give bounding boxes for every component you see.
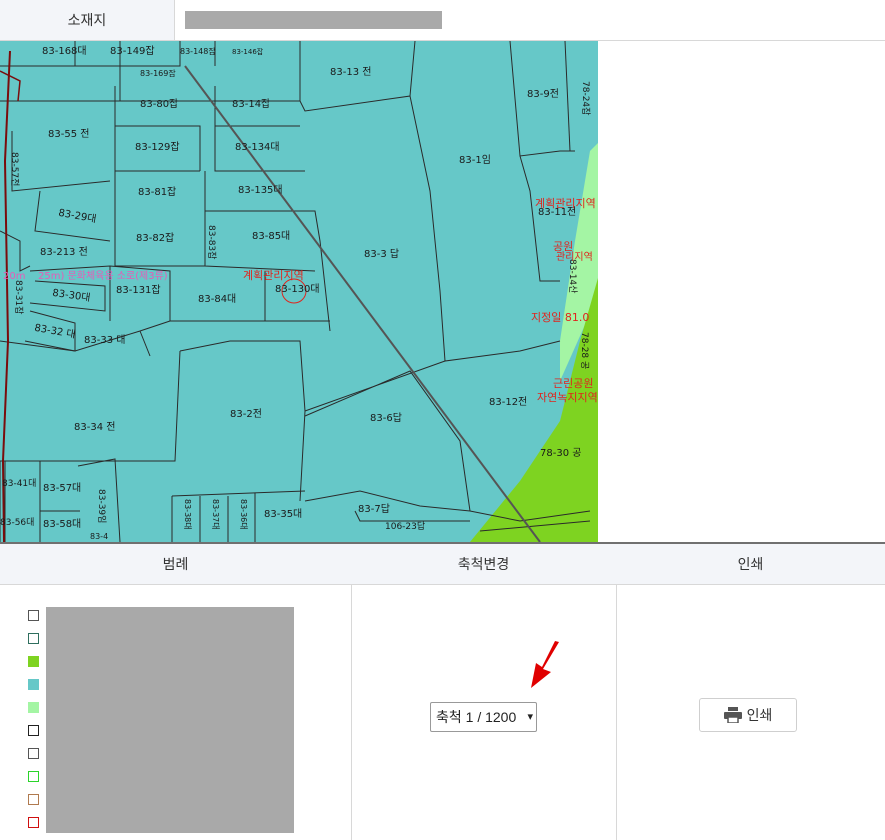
parcel-label: 83-13 전 (330, 66, 371, 78)
control-table: 범례 축척변경 인쇄 축척 1 / 1200 ▾ 인쇄 (0, 542, 885, 840)
location-label: 소재지 (0, 0, 175, 40)
legend-swatch-icon (28, 771, 39, 782)
legend-swatch-icon (28, 794, 39, 805)
zone-label: 지정일 81.0 (531, 310, 589, 324)
parcel-label: 83-168대 (42, 45, 87, 57)
parcel-label: 83-36대 (239, 499, 248, 530)
chevron-down-icon: ▾ (527, 711, 533, 723)
parcel-label: 83-14잡 (232, 98, 270, 110)
parcel-label: 78-30 공 (540, 447, 581, 459)
print-button-label: 인쇄 (746, 707, 773, 723)
parcel-label: 78-24잡 (580, 81, 592, 115)
parcel-label: 83-55 전 (48, 128, 89, 140)
print-header: 인쇄 (616, 544, 885, 585)
print-button[interactable]: 인쇄 (699, 698, 797, 732)
legend-column: 범례 (0, 544, 352, 840)
parcel-label: 83-7답 (358, 503, 390, 515)
parcel-label: 83-31잡 (13, 280, 25, 314)
parcel-label: 83-3 답 (364, 248, 399, 260)
zone-label: 25m) 문화체육용 소로(제3류) (38, 270, 168, 282)
parcel-label: 83-129잡 (135, 141, 180, 153)
legend-swatch-icon (28, 748, 39, 759)
cadastral-map[interactable]: 83-168대 83-149잡 83-148잡 83-146잡 83-13 전 … (0, 41, 598, 542)
parcel-label: 83-4 (90, 532, 108, 541)
parcel-label: 83-58대 (43, 518, 81, 530)
parcel-label: 83-148잡 (180, 46, 216, 56)
zone-label: 20m (3, 271, 25, 282)
parcel-label: 83-169잡 (140, 68, 176, 78)
legend-swatch-icon (28, 656, 39, 667)
print-column: 인쇄 (616, 544, 885, 840)
parcel-label: 83-149잡 (110, 45, 155, 57)
parcel-label: 83-213 전 (40, 246, 88, 258)
parcel-label: 83-35대 (264, 508, 302, 520)
parcel-label: 83-9전 (527, 88, 559, 100)
parcel-label: 83-57전 (9, 152, 20, 186)
parcel-label: 83-82잡 (136, 232, 174, 244)
parcel-label: 83-39임 (96, 489, 108, 523)
parcel-label: 83-146잡 (232, 47, 264, 56)
red-arrow-icon (531, 641, 559, 688)
parcel-label: 83-130대 (275, 283, 320, 295)
legend-swatch-icon (28, 702, 39, 713)
zone-label: 계획관리지역 (243, 269, 304, 282)
parcel-label: 83-6답 (370, 412, 402, 424)
parcel-label: 83-37대 (211, 499, 220, 530)
parcel-label: 83-33 대 (84, 334, 125, 346)
parcel-label: 83-84대 (198, 293, 236, 305)
zone-label: 자연녹지지역 (537, 391, 598, 404)
scale-select[interactable]: 축척 1 / 1200 ▾ (430, 702, 537, 732)
parcel-label: 83-1임 (459, 153, 491, 166)
parcel-label: 83-131잡 (116, 284, 161, 296)
legend-swatch-icon (28, 610, 39, 621)
location-row: 소재지 (0, 0, 885, 41)
redacted-legend-text (46, 607, 294, 833)
parcel-label: 83-56대 (0, 517, 34, 528)
parcel-label: 83-41대 (2, 478, 36, 489)
printer-icon (723, 707, 742, 724)
parcel-label: 83-12전 (489, 396, 527, 408)
parcel-label: 83-135대 (238, 184, 283, 196)
parcel-label: 83-83잡 (206, 225, 218, 259)
zone-label: 계획관리지역 (535, 197, 596, 210)
map-canvas: 83-168대 83-149잡 83-148잡 83-146잡 83-13 전 … (0, 41, 598, 542)
legend-header: 범례 (0, 544, 351, 585)
scale-column: 축척변경 (351, 544, 617, 840)
zone-label: 근린공원 (553, 377, 593, 390)
legend-swatch-icon (28, 679, 39, 690)
parcel-label: 106-23답 (385, 520, 425, 532)
scale-select-value: 축척 1 / 1200 (436, 709, 517, 725)
parcel-label: 83-85대 (252, 230, 290, 242)
scale-header: 축척변경 (351, 544, 616, 585)
parcel-label: 83-34 전 (74, 421, 115, 433)
legend-swatch-icon (28, 817, 39, 828)
parcel-label: 83-80잡 (140, 98, 178, 110)
parcel-label: 83-134대 (235, 141, 280, 153)
legend-swatch-icon (28, 633, 39, 644)
parcel-label: 83-81잡 (138, 186, 176, 198)
parcel-label: 83-57대 (43, 482, 81, 494)
legend-swatch-icon (28, 725, 39, 736)
redacted-address (185, 11, 442, 29)
parcel-label: 83-2전 (230, 408, 262, 420)
zone-label: 관리지역 (556, 251, 593, 263)
parcel-label: 78-28 공 (579, 332, 590, 369)
parcel-label: 83-38대 (183, 499, 192, 530)
parcel-label: 83-14산 (567, 259, 578, 293)
